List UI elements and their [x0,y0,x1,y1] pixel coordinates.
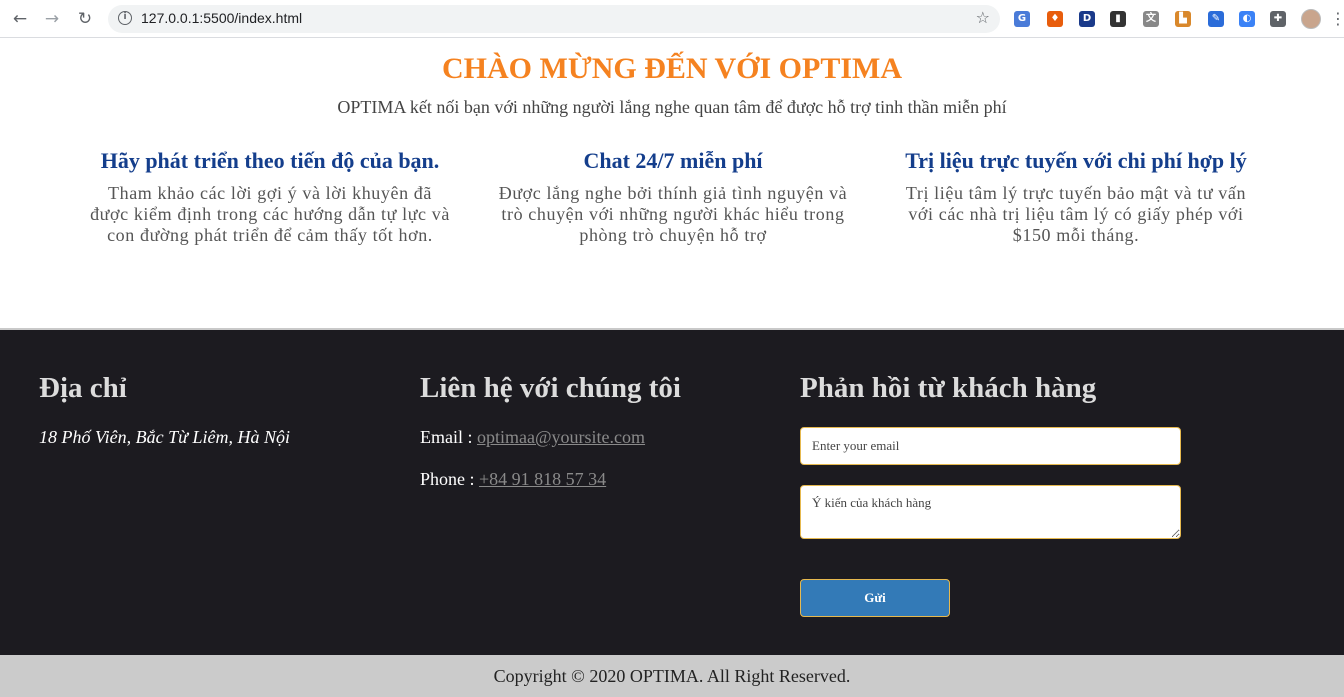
address-heading: Địa chỉ [39,372,127,404]
send-button[interactable]: Gửi [800,579,950,617]
email-link[interactable]: optimaa@yoursite.com [477,427,645,447]
feature-chat: Chat 24/7 miễn phí Được lắng nghe bởi th… [493,147,853,246]
feedback-heading: Phản hồi từ khách hàng [800,372,1097,404]
google-translate-ext-icon[interactable]: G [1014,11,1030,27]
dark-ext-icon[interactable]: ▮ [1110,11,1126,27]
address-text: 18 Phố Viên, Bắc Từ Liêm, Hà Nội [39,427,290,447]
feature-title: Chat 24/7 miễn phí [583,148,763,173]
url-text[interactable]: 127.0.0.1:5500/index.html [141,10,302,26]
menu-icon[interactable]: ⋮ [1330,8,1344,30]
profile-avatar[interactable] [1301,9,1321,29]
feature-therapy: Trị liệu trực tuyến với chi phí hợp lý T… [896,147,1256,246]
translate-ext-icon[interactable]: 文 [1143,11,1159,27]
ruler-ext-icon[interactable]: ▙ [1175,11,1191,27]
info-icon[interactable]: i [118,11,132,25]
feature-text: Được lắng nghe bởi thính giả tình nguyện… [498,183,848,245]
feature-text: Tham khảo các lời gợi ý và lời khuyên đã… [90,183,450,245]
feature-self-help: Hãy phát triển theo tiến độ của bạn. Tha… [90,147,450,246]
feature-title: Hãy phát triển theo tiến độ của bạn. [100,148,440,173]
page-title: CHÀO MỪNG ĐẾN VỚI OPTIMA [442,52,902,85]
page-subtitle: OPTIMA kết nối bạn với những người lắng … [337,97,1007,117]
email-field[interactable] [800,427,1181,465]
reload-icon[interactable]: ↻ [74,8,96,30]
puzzle-ext-icon[interactable]: ✚ [1270,11,1286,27]
forward-icon[interactable]: → [41,8,63,30]
site-footer: Địa chỉ 18 Phố Viên, Bắc Từ Liêm, Hà Nội… [0,328,1344,655]
copyright-bar: Copyright © 2020 OPTIMA. All Right Reser… [0,655,1344,697]
contact-heading: Liên hệ với chúng tôi [420,372,681,404]
back-icon[interactable]: ← [9,8,31,30]
bookmark-star-icon[interactable]: ☆ [976,8,990,27]
address-bar[interactable]: i 127.0.0.1:5500/index.html ☆ [108,5,1000,33]
phone-label: Phone : [420,469,480,489]
email-label: Email : [420,427,477,447]
honey-ext-icon[interactable]: ♦ [1047,11,1063,27]
phone-link[interactable]: +84 91 818 57 34 [479,469,606,489]
eyedropper-ext-icon[interactable]: ✎ [1208,11,1224,27]
feature-text: Trị liệu tâm lý trực tuyến bảo mật và tư… [905,183,1247,245]
feedback-textarea[interactable] [800,485,1181,539]
feature-title: Trị liệu trực tuyến với chi phí hợp lý [905,148,1247,173]
contact-phone: Phone : +84 91 818 57 34 [420,469,606,490]
browser-toolbar: ← → ↻ i 127.0.0.1:5500/index.html ☆ G ♦ D ▮… [0,0,1344,38]
compass-ext-icon[interactable]: ◐ [1239,11,1255,27]
contact-email: Email : optimaa@yoursite.com [420,427,645,448]
d-ext-icon[interactable]: D [1079,11,1095,27]
